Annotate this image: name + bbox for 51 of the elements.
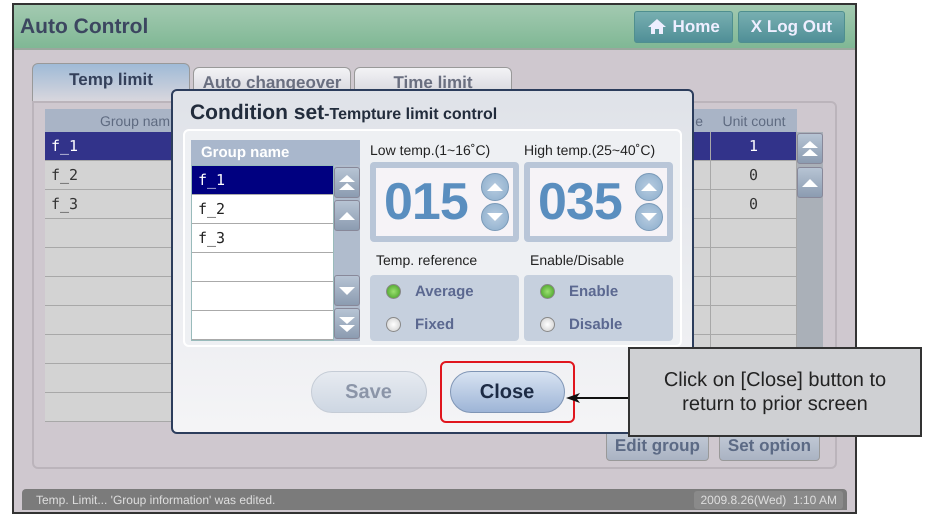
home-button[interactable]: Home [634,10,733,42]
logout-button[interactable]: X Log Out [738,10,845,42]
radio-option[interactable]: Fixed [386,316,519,332]
double-up-arrow-icon [802,140,818,156]
down-arrow-icon [487,212,503,222]
table-cell: 0 [711,190,797,219]
pointer-arrow [566,392,630,404]
up-arrow-icon [487,182,503,192]
increase-button[interactable] [635,173,663,201]
radio-icon[interactable] [386,284,401,298]
field-label: High temp.(25~40˚C) [524,141,656,160]
up-arrow-icon [802,178,818,188]
scroll-down-button[interactable] [334,275,360,306]
field-label: Low temp.(1~16˚C) [370,141,492,160]
double-down-arrow-icon [339,316,355,332]
column-header: Unit count [711,109,797,132]
increase-button[interactable] [481,173,509,201]
down-arrow-icon [641,212,657,222]
scroll-top-button[interactable] [334,167,360,198]
decrease-button[interactable] [481,203,509,231]
temperature-value: 015 [384,172,468,232]
radio-icon[interactable] [540,316,555,332]
status-datetime: 2009.8.26(Wed) 1:10 AM [694,490,843,508]
home-icon [646,18,667,35]
table-cell: 0 [711,161,797,190]
window-title: Auto Control [20,14,148,38]
temperature-value: 035 [538,172,622,232]
group-label: Enable/Disable [529,250,626,270]
decrease-button[interactable] [635,203,663,231]
dialog-subtitle: -Tempture limit control [324,106,498,124]
list-item[interactable]: f_1 [192,166,333,195]
scroll-top-button[interactable] [797,133,823,164]
down-arrow-icon [339,286,355,296]
up-arrow-icon [641,182,657,192]
tab[interactable]: Temp limit [32,63,190,101]
dialog-button[interactable]: Close [450,371,564,413]
radio-option[interactable]: Average [386,282,519,300]
double-up-arrow-icon [339,174,355,190]
radio-icon[interactable] [386,316,401,332]
status-message: Temp. Limit... 'Group information' was edited. [36,492,276,506]
list-header: Group name [191,140,360,165]
radio-option[interactable]: Enable [540,282,673,300]
table-cell: 1 [711,132,797,161]
radio-option[interactable]: Disable [540,316,673,332]
scroll-up-button[interactable] [334,200,360,231]
radio-icon[interactable] [540,284,555,298]
up-arrow-icon [339,210,355,220]
scroll-bottom-button[interactable] [334,308,360,339]
group-label: Temp. reference [375,250,478,270]
scroll-up-button[interactable] [797,167,823,198]
callout-tooltip: Click on [Close] button to return to prior screen [628,347,922,437]
